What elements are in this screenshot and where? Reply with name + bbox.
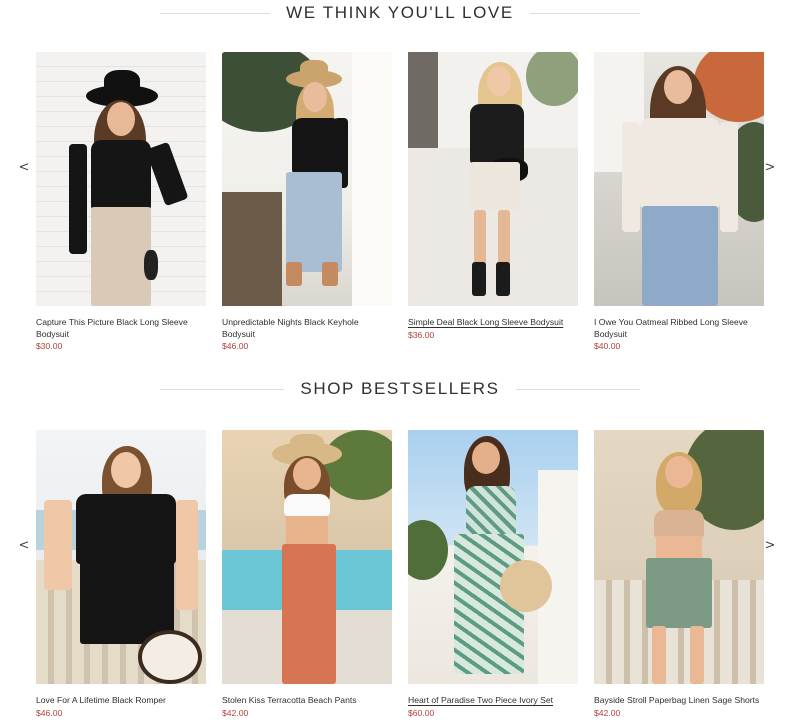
recommended-section: WE THINK YOU'LL LOVE < > Capture This Pi… (0, 0, 800, 360)
product-name[interactable]: Simple Deal Black Long Sleeve Bodysuit (408, 317, 578, 329)
carousel-next-icon[interactable]: > (763, 158, 777, 176)
product-image[interactable] (594, 430, 764, 684)
product-card[interactable]: Love For A Lifetime Black Romper $46.00 (36, 430, 206, 719)
product-card[interactable]: Stolen Kiss Terracotta Beach Pants $42.0… (222, 430, 392, 719)
product-card[interactable]: Capture This Picture Black Long Sleeve B… (36, 52, 206, 352)
product-image[interactable] (222, 430, 392, 684)
product-price: $42.00 (594, 707, 621, 718)
product-card[interactable]: I Owe You Oatmeal Ribbed Long Sleeve Bod… (594, 52, 764, 352)
product-price: $42.00 (222, 707, 249, 718)
recommended-header: WE THINK YOU'LL LOVE (0, 1, 800, 25)
carousel-prev-icon[interactable]: < (17, 536, 31, 554)
product-name[interactable]: Love For A Lifetime Black Romper (36, 695, 206, 707)
product-price: $30.00 (36, 341, 63, 351)
bestsellers-section: SHOP BESTSELLERS < > Love For A Lifetime… (0, 377, 800, 726)
product-image[interactable] (594, 52, 764, 306)
product-price: $36.00 (408, 329, 435, 340)
product-name[interactable]: Stolen Kiss Terracotta Beach Pants (222, 695, 392, 707)
product-price: $60.00 (408, 707, 435, 718)
bestsellers-header: SHOP BESTSELLERS (0, 377, 800, 401)
product-image[interactable] (36, 52, 206, 306)
product-card[interactable]: Unpredictable Nights Black Keyhole Bodys… (222, 52, 392, 352)
product-name[interactable]: Heart of Paradise Two Piece Ivory Set (408, 695, 578, 707)
carousel-prev-icon[interactable]: < (17, 158, 31, 176)
product-image[interactable] (222, 52, 392, 306)
product-card[interactable]: Bayside Stroll Paperbag Linen Sage Short… (594, 430, 764, 719)
product-image[interactable] (408, 430, 578, 684)
product-name[interactable]: I Owe You Oatmeal Ribbed Long Sleeve Bod… (594, 317, 764, 340)
product-image[interactable] (36, 430, 206, 684)
product-name[interactable]: Unpredictable Nights Black Keyhole Bodys… (222, 317, 392, 340)
product-name[interactable]: Bayside Stroll Paperbag Linen Sage Short… (594, 695, 764, 707)
product-price: $40.00 (594, 341, 621, 351)
section-title: WE THINK YOU'LL LOVE (270, 3, 530, 23)
carousel-next-icon[interactable]: > (763, 536, 777, 554)
section-title: SHOP BESTSELLERS (284, 379, 516, 399)
product-card[interactable]: Simple Deal Black Long Sleeve Bodysuit $… (408, 52, 578, 341)
product-card[interactable]: Heart of Paradise Two Piece Ivory Set $6… (408, 430, 578, 719)
product-price: $46.00 (222, 341, 249, 351)
product-price: $46.00 (36, 707, 63, 718)
product-image[interactable] (408, 52, 578, 306)
product-name[interactable]: Capture This Picture Black Long Sleeve B… (36, 317, 206, 340)
